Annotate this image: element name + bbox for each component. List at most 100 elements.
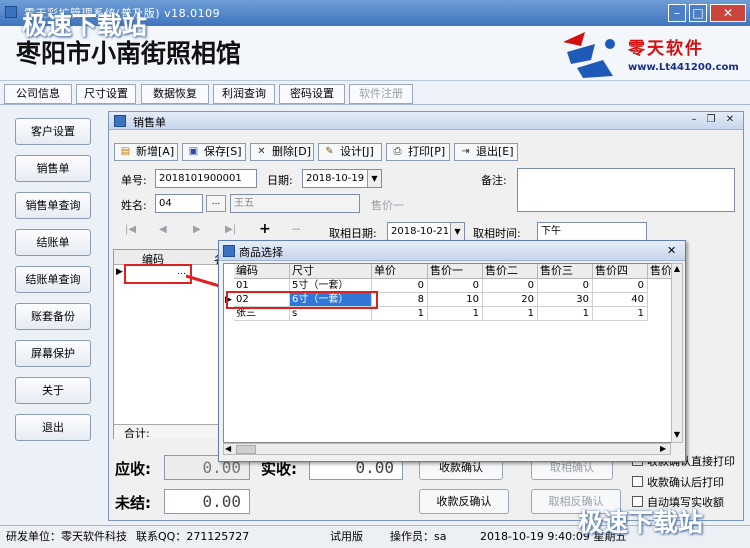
pickup-time-field[interactable]: 下午 [537,222,647,241]
col-unit-price: 单价 [372,264,428,279]
delete-button[interactable]: ✕ 删除[D] [250,143,314,161]
scroll-down-icon[interactable]: ▼ [672,430,682,442]
nav-size-settings[interactable]: 尺寸设置 [76,84,136,104]
side-sales-query[interactable]: 销售单查询 [15,192,91,219]
customer-lookup-button[interactable]: ... [206,195,226,212]
status-operator: 操作员：sa [390,530,447,543]
new-doc-icon: ▤ [120,146,131,157]
nav-last-icon[interactable]: ▶| [225,224,236,235]
watermark-top: 极速下载站 [22,11,148,40]
date-value: 2018-10-19 [306,173,365,184]
nav-profit-query[interactable]: 利润查询 [213,84,275,104]
table-cell[interactable]: 1 [372,307,428,321]
pickup-date-label: 取相日期: [329,227,377,240]
print-after-confirm-checkbox[interactable] [632,476,643,487]
save-button[interactable]: ▣ 保存[S] [182,143,246,161]
scroll-up-icon[interactable]: ▲ [672,264,682,276]
date-picker[interactable]: 2018-10-19 ▼ [302,169,382,188]
nav-software-register[interactable]: 软件注册 [349,84,413,104]
status-developer: 研发单位：零天软件科技 [6,530,127,543]
printer-icon: ⎙ [393,146,402,157]
vertical-scrollbar[interactable]: ▲ ▼ [671,263,683,443]
customer-code-field[interactable]: 04 [155,194,203,213]
table-cell[interactable]: 0 [593,279,648,293]
nav-data-restore[interactable]: 数据恢复 [141,84,209,104]
table-cell[interactable]: 1 [593,307,648,321]
mdi-minimize-button[interactable]: – [687,114,701,127]
save-icon: ▣ [188,146,199,157]
scroll-right-icon[interactable]: ▶ [660,444,666,453]
col-price2: 售价二 [483,264,538,279]
add-row-icon[interactable]: + [259,221,271,237]
side-exit[interactable]: 退出 [15,414,91,441]
side-settlement-query[interactable]: 结账单查询 [15,266,91,293]
new-button[interactable]: ▤ 新增[A] [114,143,178,161]
grid-total-row: 合计: [114,424,222,440]
table-cell[interactable]: 1 [428,307,483,321]
nav-company-info[interactable]: 公司信息 [4,84,72,104]
side-customer-settings[interactable]: 客户设置 [15,118,91,145]
mdi-close-button[interactable]: ✕ [723,114,737,127]
close-button[interactable]: ✕ [710,4,746,22]
print-label: 打印[P] [408,145,446,158]
scroll-left-icon[interactable]: ◀ [225,444,231,453]
col-size: 尺寸 [290,264,372,279]
side-account-backup[interactable]: 账套备份 [15,303,91,330]
table-cell[interactable]: 0 [538,279,593,293]
scroll-thumb[interactable] [236,445,256,454]
delete-row-icon[interactable]: − [291,222,301,236]
table-row[interactable]: 张三 [234,307,290,321]
table-cell[interactable]: 8 [372,293,428,307]
minimize-button[interactable]: – [668,4,686,22]
customer-name-field: 王五 [230,194,360,213]
remark-field[interactable] [517,168,735,212]
logo-mark-icon [563,32,615,78]
table-cell[interactable]: 10 [428,293,483,307]
side-about[interactable]: 关于 [15,377,91,404]
product-table: 编码 尺寸 单价 售价一 售价二 售价三 售价四 售价 01 5寸（一套） 0 … [223,263,673,443]
nav-password-settings[interactable]: 密码设置 [279,84,345,104]
delete-label: 删除[D] [272,145,312,158]
logo-text: 零天软件 [628,39,704,59]
print-button[interactable]: ⎙ 打印[P] [386,143,450,161]
side-sales-order[interactable]: 销售单 [15,155,91,182]
design-label: 设计[J] [340,145,374,158]
table-cell[interactable]: 0 [372,279,428,293]
nav-prev-icon[interactable]: ◀ [159,224,167,235]
mdi-restore-button[interactable]: ❐ [704,114,718,127]
exit-button[interactable]: ⇥ 退出[E] [454,143,518,161]
app-icon [5,6,17,18]
new-label: 新增[A] [136,145,175,158]
status-edition: 试用版 [330,530,363,543]
table-cell[interactable]: s [290,307,372,321]
horizontal-scrollbar[interactable]: ◀ ▶ [223,443,671,455]
side-settlement[interactable]: 结账单 [15,229,91,256]
sales-window-title: 销售单 [133,116,166,129]
table-cell[interactable]: 1 [483,307,538,321]
dialog-icon [223,245,235,257]
dropdown-arrow-icon[interactable]: ▼ [450,223,464,240]
print-after-confirm-label: 收款确认后打印 [647,476,724,489]
table-cell[interactable]: 30 [538,293,593,307]
side-screen-saver[interactable]: 屏幕保护 [15,340,91,367]
order-no-field[interactable]: 2018101900001 [155,169,257,188]
delete-icon: ✕ [257,146,266,157]
sales-window-title-bar: 销售单 – ❐ ✕ [109,112,743,130]
design-button[interactable]: ✎ 设计[J] [318,143,382,161]
maximize-button[interactable]: □ [689,4,707,22]
selection-highlight-box [226,291,378,309]
unconfirm-payment-button[interactable]: 收款反确认 [419,489,509,514]
pickup-date-picker[interactable]: 2018-10-21 ▼ [387,222,465,241]
nav-next-icon[interactable]: ▶ [193,224,201,235]
nav-first-icon[interactable]: |◀ [125,224,136,235]
dropdown-arrow-icon[interactable]: ▼ [367,170,381,187]
table-cell[interactable]: 40 [593,293,648,307]
table-cell[interactable]: 0 [483,279,538,293]
table-cell[interactable]: 0 [428,279,483,293]
table-cell[interactable]: 1 [538,307,593,321]
picker-close-button[interactable]: ✕ [667,244,676,257]
table-cell[interactable]: 20 [483,293,538,307]
exit-label: 退出[E] [476,145,514,158]
col-code: 编码 [234,264,290,279]
exit-icon: ⇥ [461,146,470,157]
